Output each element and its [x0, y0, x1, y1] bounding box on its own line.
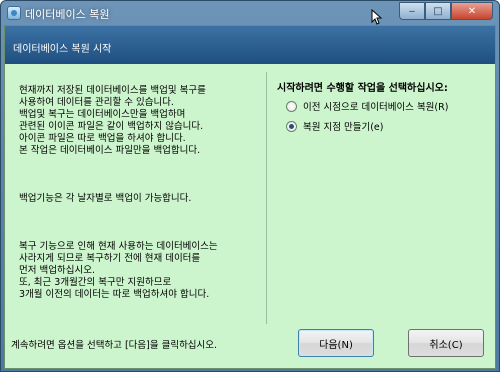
window-controls: ‒ □ ✕: [399, 2, 493, 20]
restore-wizard-window: 데이터베이스 복원 ‒ □ ✕ 데이터베이스 복원 시작 현재까지 저장된 데이…: [0, 0, 500, 372]
wizard-body: 데이터베이스 복원 시작 현재까지 저장된 데이터베이스를 백업및 복구를 사용…: [4, 25, 496, 369]
description-paragraph: 복구 기능으로 인해 현재 사용하는 데이터베이스는 사라지게 되므로 복구하기…: [19, 241, 218, 300]
cancel-button[interactable]: 취소(C): [408, 329, 484, 357]
description-paragraph: 현재까지 저장된 데이터베이스를 백업및 복구를 사용하여 데이터를 관리할 수…: [19, 85, 206, 156]
close-button[interactable]: ✕: [451, 2, 493, 20]
description-paragraph: 백업기능은 각 날자별로 백업이 가능합니다.: [19, 193, 192, 204]
page-title: 데이터베이스 복원 시작: [13, 44, 112, 55]
maximize-button[interactable]: □: [425, 2, 451, 20]
mouse-pointer-icon: [371, 9, 383, 25]
app-icon: [7, 6, 21, 20]
radio-button-checked[interactable]: [286, 120, 297, 132]
next-button[interactable]: 다음(N): [298, 329, 374, 357]
radio-button[interactable]: [286, 100, 297, 112]
description-text: 현재까지 저장된 데이터베이스를 백업및 복구를 사용하여 데이터를 관리할 수…: [19, 73, 259, 313]
options-prompt: 시작하려면 수행할 작업을 선택하십시오:: [277, 83, 448, 94]
option-restore-previous[interactable]: 이전 시점으로 데이터베이스 복원(R): [286, 99, 448, 113]
option-label[interactable]: 복원 지점 만들기(e): [303, 119, 383, 133]
header-banner: 데이터베이스 복원 시작: [5, 26, 495, 64]
title-bar[interactable]: 데이터베이스 복원 ‒ □ ✕: [1, 1, 499, 25]
option-create-restore-point[interactable]: 복원 지점 만들기(e): [286, 119, 383, 133]
minimize-button[interactable]: ‒: [399, 2, 425, 20]
vertical-divider: [266, 72, 267, 324]
window-title: 데이터베이스 복원: [25, 8, 110, 21]
footer-hint: 계속하려면 옵션을 선택하고 [다음]을 클릭하십시오.: [11, 340, 218, 351]
option-label[interactable]: 이전 시점으로 데이터베이스 복원(R): [303, 99, 448, 113]
